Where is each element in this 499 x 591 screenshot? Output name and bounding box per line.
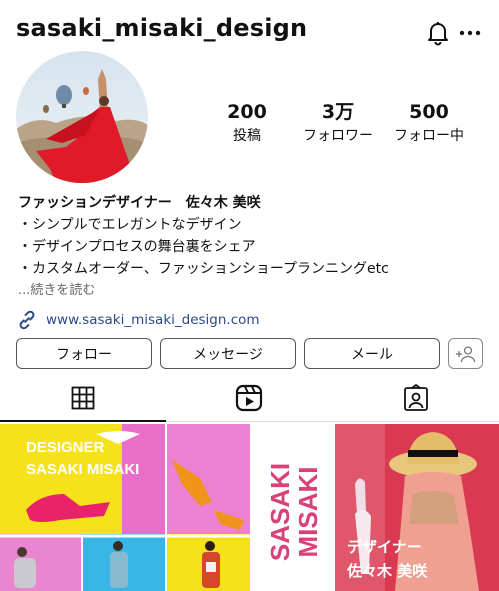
- follow-button[interactable]: フォロー: [16, 338, 152, 369]
- post-overlay-line: SASAKI: [265, 462, 295, 562]
- add-user-icon: [455, 345, 475, 362]
- post-overlay-text: DESIGNER SASAKI MISAKI: [26, 437, 139, 481]
- post-tile[interactable]: デザイナー 佐々木 美咲: [335, 424, 499, 591]
- active-tab-indicator: [0, 420, 166, 422]
- profile-username: sasaki_misaki_design: [16, 14, 308, 42]
- profile-tabs: [0, 375, 499, 422]
- link-icon: [19, 310, 35, 330]
- bio-line: ・デザインプロセスの舞台裏をシェア: [18, 239, 256, 255]
- email-button[interactable]: メール: [304, 338, 440, 369]
- stat-followers-value: 3万: [321, 101, 355, 123]
- post-overlay-line: MISAKI: [293, 466, 323, 558]
- read-more-link[interactable]: ...続きを読む: [18, 281, 488, 301]
- tab-reels[interactable]: [166, 375, 332, 420]
- post-overlay-line: SASAKI MISAKI: [26, 461, 140, 478]
- grid-icon: [71, 386, 95, 409]
- more-dots-icon[interactable]: [458, 20, 482, 46]
- post-overlay-line: デザイナー: [347, 538, 422, 556]
- post-tile[interactable]: SASAKI MISAKI: [252, 424, 333, 591]
- profile-link-text[interactable]: www.sasaki_misaki_design.com: [46, 312, 260, 328]
- message-button[interactable]: メッセージ: [160, 338, 296, 369]
- reels-icon: [235, 384, 263, 411]
- tab-tagged[interactable]: [333, 375, 499, 420]
- stat-posts-label: 投稿: [233, 128, 261, 144]
- profile-header: sasaki_misaki_design: [0, 0, 499, 56]
- stat-followers[interactable]: 3万 フォロワー: [293, 100, 383, 146]
- post-grid: DESIGNER SASAKI MISAKI SASAKI MISAKI デザイ…: [0, 424, 499, 591]
- post-overlay-text: デザイナー 佐々木 美咲: [347, 535, 427, 583]
- stat-posts-value: 200: [227, 101, 267, 123]
- stat-followers-label: フォロワー: [303, 128, 373, 144]
- profile-link[interactable]: www.sasaki_misaki_design.com: [16, 308, 260, 332]
- post-overlay-line: DESIGNER: [26, 439, 105, 456]
- post-overlay-text: SASAKI MISAKI: [265, 432, 323, 591]
- profile-avatar[interactable]: [16, 51, 148, 183]
- bio-line: ・シンプルでエレガントなデザイン: [18, 217, 242, 233]
- stat-following[interactable]: 500 フォロー中: [384, 100, 474, 146]
- stat-following-label: フォロー中: [394, 128, 464, 144]
- stat-following-value: 500: [409, 101, 449, 123]
- bio-line: ・カスタムオーダー、ファッションショープランニングetc: [18, 261, 389, 277]
- stat-posts[interactable]: 200 投稿: [202, 100, 292, 146]
- post-tile[interactable]: DESIGNER SASAKI MISAKI: [0, 424, 250, 591]
- tab-posts[interactable]: [0, 375, 166, 420]
- tagged-icon: [404, 383, 428, 411]
- post-overlay-line: 佐々木 美咲: [347, 562, 428, 580]
- bell-icon[interactable]: [426, 20, 450, 46]
- bio-display-name: ファッションデザイナー 佐々木 美咲: [18, 195, 261, 211]
- profile-bio: ファッションデザイナー 佐々木 美咲 ・シンプルでエレガントなデザイン ・デザイ…: [18, 192, 488, 301]
- add-user-button[interactable]: [448, 338, 483, 369]
